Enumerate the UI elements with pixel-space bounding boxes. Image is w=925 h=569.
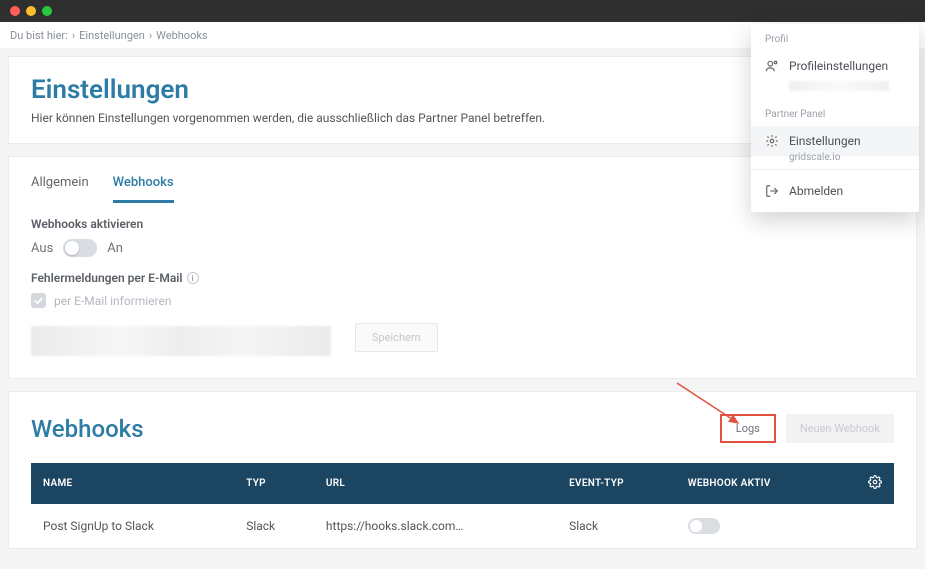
cell-name: Post SignUp to Slack xyxy=(31,504,234,548)
user-settings-icon xyxy=(765,59,779,73)
dropdown-section-profile: Profil xyxy=(751,24,919,51)
window-title-bar xyxy=(0,0,925,22)
menu-profile-settings[interactable]: Profileinstellungen xyxy=(751,51,919,81)
menu-divider xyxy=(751,169,919,170)
toggle-off-label: Aus xyxy=(31,241,53,256)
menu-settings-label: Einstellungen xyxy=(789,134,861,148)
cell-url: https://hooks.slack.com… xyxy=(314,504,557,548)
breadcrumb-sep: › xyxy=(72,29,75,42)
th-name: NAME xyxy=(31,463,234,504)
table-row[interactable]: Post SignUp to Slack Slack https://hooks… xyxy=(31,504,894,548)
email-input-redacted[interactable] xyxy=(31,326,331,356)
breadcrumb-sep: › xyxy=(149,29,152,42)
error-mail-checkbox-row: per E-Mail informieren xyxy=(31,293,894,308)
activate-webhooks-toggle[interactable] xyxy=(63,239,97,257)
webhooks-title: Webhooks xyxy=(31,415,144,443)
checkmark-icon xyxy=(34,296,43,305)
error-mail-checkbox[interactable] xyxy=(31,293,46,308)
window-zoom[interactable] xyxy=(42,6,52,16)
menu-settings-subtext: gridscale.io xyxy=(751,152,919,163)
th-type: TYP xyxy=(234,463,314,504)
new-webhook-button[interactable]: Neuen Webhook xyxy=(786,414,894,443)
tab-webhooks[interactable]: Webhooks xyxy=(113,175,174,203)
save-button[interactable]: Speichern xyxy=(355,323,438,352)
breadcrumb-item-0[interactable]: Einstellungen xyxy=(79,29,145,42)
cell-type: Slack xyxy=(234,504,314,548)
webhooks-table: NAME TYP URL EVENT-TYP WEBHOOK AKTIV Pos xyxy=(31,463,894,548)
error-mail-checkbox-label: per E-Mail informieren xyxy=(54,294,171,308)
menu-logout[interactable]: Abmelden xyxy=(751,176,919,206)
activate-webhooks-toggle-row: Aus An xyxy=(31,239,894,257)
th-event-type: EVENT-TYP xyxy=(557,463,676,504)
th-actions xyxy=(837,463,894,504)
cell-event-type: Slack xyxy=(557,504,676,548)
tab-general[interactable]: Allgemein xyxy=(31,175,89,203)
logout-icon xyxy=(765,184,779,198)
row-active-toggle[interactable] xyxy=(688,518,720,534)
gear-icon xyxy=(765,134,779,148)
webhooks-panel: Webhooks Logs Neuen Webhook NAME TYP URL… xyxy=(8,391,917,549)
dropdown-section-partner: Partner Panel xyxy=(751,99,919,126)
error-mail-label-text: Fehlermeldungen per E-Mail xyxy=(31,271,183,285)
user-menu-dropdown: Profil Profileinstellungen Partner Panel… xyxy=(751,24,919,212)
window-minimize[interactable] xyxy=(26,6,36,16)
error-mail-label: Fehlermeldungen per E-Mail i xyxy=(31,271,894,285)
menu-profile-subtext-redacted xyxy=(789,81,889,91)
breadcrumb-item-1[interactable]: Webhooks xyxy=(156,29,207,42)
activate-webhooks-label: Webhooks aktivieren xyxy=(31,217,894,231)
th-url: URL xyxy=(314,463,557,504)
breadcrumb-prefix: Du bist hier: xyxy=(10,29,68,42)
menu-logout-label: Abmelden xyxy=(789,184,843,198)
toggle-on-label: An xyxy=(107,241,123,256)
logs-button[interactable]: Logs xyxy=(720,414,776,443)
menu-profile-settings-label: Profileinstellungen xyxy=(789,59,888,73)
cell-active xyxy=(676,504,837,548)
window-close[interactable] xyxy=(10,6,20,16)
info-icon[interactable]: i xyxy=(187,272,199,284)
th-active: WEBHOOK AKTIV xyxy=(676,463,837,504)
gear-icon[interactable] xyxy=(868,475,882,489)
